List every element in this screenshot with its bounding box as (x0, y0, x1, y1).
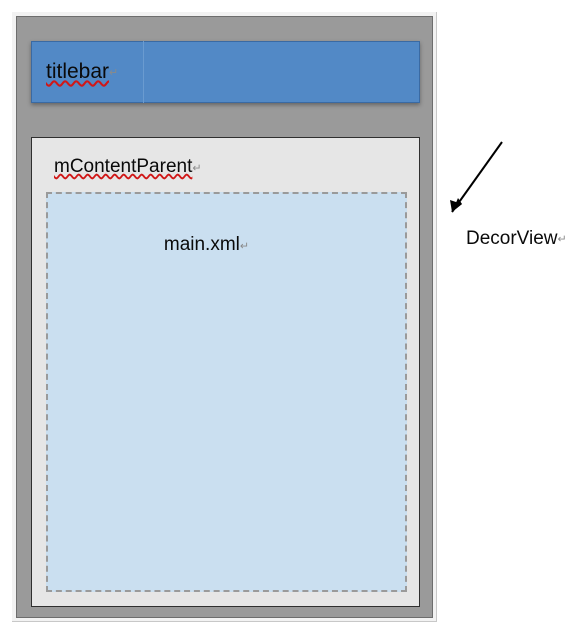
enter-mark-icon: ↵ (192, 162, 201, 174)
main-xml-label: main.xml (164, 234, 240, 256)
content-parent: mContentParent↵ main.xml↵ (31, 137, 420, 607)
enter-mark-icon: ↵ (558, 233, 567, 245)
arrow-icon (444, 138, 504, 218)
enter-mark-icon: ↵ (240, 240, 249, 252)
content-parent-label: mContentParent (54, 156, 192, 178)
enter-mark-icon: ↵ (109, 66, 118, 79)
main-xml: main.xml↵ (46, 192, 407, 592)
decor-view-shadow: titlebar↵ mContentParent↵ main.xml↵ (12, 12, 437, 622)
decor-view-label: DecorView↵ (466, 228, 567, 250)
titlebar-tab: titlebar↵ (32, 41, 144, 103)
titlebar-label: titlebar (46, 60, 109, 84)
decor-view-text: DecorView (466, 228, 558, 249)
titlebar: titlebar↵ (31, 41, 420, 103)
decor-view: titlebar↵ mContentParent↵ main.xml↵ (16, 16, 433, 618)
